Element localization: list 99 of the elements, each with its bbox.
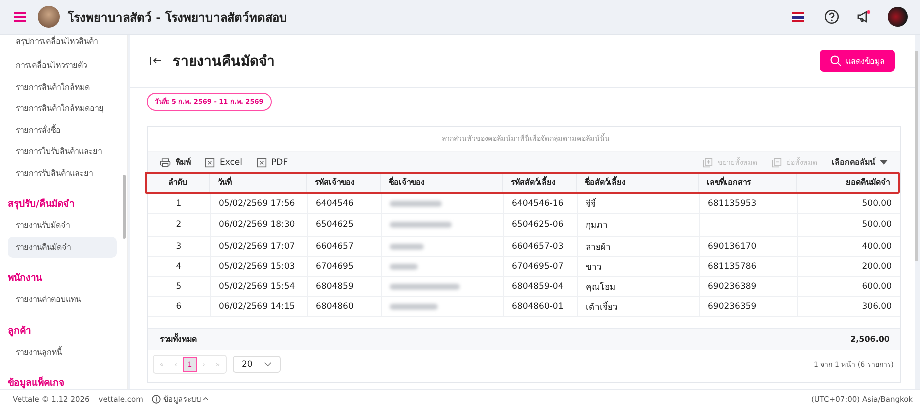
app-title: โรงพยาบาลสัตว์ - โรงพยาบาลสัตว์ทดสอบ xyxy=(68,10,288,26)
sidebar-item[interactable]: รายการสั่งซื้อ xyxy=(8,120,117,141)
table-cell-text: จีจี้ xyxy=(586,197,596,210)
table-cell: 500.00 xyxy=(862,198,892,208)
sidebar-item[interactable]: รายการรับสินค้าและยา xyxy=(8,162,117,184)
pdf-button[interactable]: PDF xyxy=(256,158,288,168)
blurred-text xyxy=(390,200,442,206)
table-cell: 200.00 xyxy=(862,262,892,272)
info-icon xyxy=(152,394,162,404)
printer-icon xyxy=(160,158,171,168)
column-header[interactable]: เลขที่เอกสาร xyxy=(698,174,796,192)
column-header[interactable]: ชื่อสัตว์เลี้ยง xyxy=(576,174,698,192)
table-cell: 690236389 xyxy=(708,282,757,292)
sidebar-section-title: พนักงาน xyxy=(8,272,44,286)
column-header[interactable]: รหัสสัตว์เลี้ยง xyxy=(502,174,576,192)
table-cell: 3 xyxy=(176,242,182,252)
table-cell: 6604657-03 xyxy=(512,242,564,252)
avatar-icon xyxy=(38,6,60,28)
table-cell: 6804859-04 xyxy=(512,282,564,292)
chevron-down-icon xyxy=(264,362,272,367)
table-cell: 690236359 xyxy=(708,302,757,312)
table-cell: 6404546-16 xyxy=(512,198,564,208)
table-cell: 06/02/2569 14:15 xyxy=(219,302,296,312)
table-cell: 6404546 xyxy=(316,198,354,208)
file-icon xyxy=(256,158,267,168)
sidebar-item[interactable]: รายการสินค้าใกล้หมด xyxy=(8,76,117,98)
menu-icon[interactable] xyxy=(14,12,26,22)
table-cell-text: กุมภา xyxy=(586,220,608,232)
table-cell: 05/02/2569 15:54 xyxy=(219,282,296,292)
table-cell: 6804859 xyxy=(316,282,354,292)
sidebar-item[interactable]: รายการใบรับสินค้าและยา xyxy=(8,141,117,162)
caret-up-icon xyxy=(203,397,210,401)
table-cell-text: ขาว xyxy=(586,262,602,274)
table-cell: 306.00 xyxy=(862,302,892,312)
table-cell: 600.00 xyxy=(862,282,892,292)
user-avatar[interactable] xyxy=(888,7,908,27)
table-cell: 6 xyxy=(176,302,182,312)
table-cell: 06/02/2569 18:30 xyxy=(219,220,296,230)
table-cell: 6704695-07 xyxy=(512,262,564,272)
table-cell-text: ลายผ้า xyxy=(586,242,611,254)
search-icon xyxy=(830,55,842,67)
sidebar-section-title: สรุปรับ/คืนมัดจำ xyxy=(8,198,76,212)
blurred-text xyxy=(390,222,452,228)
column-header[interactable]: ลำดับ xyxy=(147,174,209,192)
column-header[interactable]: วันที่ xyxy=(209,174,306,192)
file-icon xyxy=(205,158,215,168)
megaphone-icon[interactable] xyxy=(856,9,872,25)
table-cell: 6804860-01 xyxy=(512,302,564,312)
caret-icon xyxy=(880,160,888,165)
page-title: รายงานคืนมัดจำ xyxy=(173,53,275,72)
print-button[interactable]: พิมพ์ xyxy=(160,156,191,169)
table-cell: 6504625-06 xyxy=(512,220,564,230)
sidebar-item[interactable]: รายงานรับมัดจำ xyxy=(8,215,117,236)
column-header[interactable]: รหัสเจ้าของ xyxy=(306,174,380,192)
table-cell: 4 xyxy=(176,262,182,272)
page-size-select[interactable]: 20 xyxy=(233,356,281,373)
table-cell: 1 xyxy=(176,198,182,208)
column-header[interactable]: ชื่อเจ้าของ xyxy=(380,174,502,192)
sidebar-item[interactable]: รายงานค่าตอบแทน xyxy=(8,289,117,310)
minus-square-icon xyxy=(772,158,782,168)
table-cell: 5 xyxy=(176,282,182,292)
sidebar-section-title: ข้อมูลแพ็คเกจ xyxy=(8,376,66,389)
table-cell: 681135953 xyxy=(708,198,757,208)
plus-square-icon xyxy=(703,158,713,168)
total-value: 2,506.00 xyxy=(850,335,890,344)
flag-icon[interactable] xyxy=(792,12,804,22)
column-chooser-button[interactable]: เลือกคอลัมน์ xyxy=(832,156,888,169)
sidebar-item[interactable]: รายงานลูกหนี้ xyxy=(8,342,117,363)
sidebar-item[interactable]: รายการสินค้าใกล้หมดอายุ xyxy=(8,98,117,120)
table-cell: 400.00 xyxy=(862,242,892,252)
table-cell: 500.00 xyxy=(862,220,892,230)
table-cell: 6704695 xyxy=(316,262,354,272)
table-cell: 05/02/2569 17:07 xyxy=(219,242,296,252)
table-cell: 6804860 xyxy=(316,302,354,312)
sidebar-item[interactable]: การเคลื่อนไหวรายตัว xyxy=(8,55,117,76)
table-cell: 05/02/2569 15:03 xyxy=(219,262,296,272)
sidebar-section-title: ลูกค้า xyxy=(8,324,32,339)
sidebar-item[interactable]: สรุปการเคลื่อนไหวสินค้า xyxy=(8,35,119,49)
table-cell: 6504625 xyxy=(316,220,354,230)
scrollbar[interactable] xyxy=(915,51,918,261)
table-cell-text: คุณโอม xyxy=(586,281,616,294)
table-cell: 2 xyxy=(176,220,182,230)
table-cell: 690136170 xyxy=(708,242,757,252)
table-cell: 6604657 xyxy=(316,242,354,252)
blurred-text xyxy=(390,264,418,270)
total-label: รวมทั้งหมด xyxy=(160,333,197,346)
table-cell-text: เต้าเจี้ยว xyxy=(586,300,618,314)
table-cell: 681135786 xyxy=(708,262,757,272)
excel-button[interactable]: Excel xyxy=(205,158,243,168)
table-cell: 05/02/2569 17:56 xyxy=(219,198,296,208)
scrollbar[interactable] xyxy=(123,175,126,239)
blurred-text xyxy=(390,284,460,290)
column-header[interactable]: ยอดคืนมัดจำ xyxy=(796,174,898,192)
help-icon[interactable] xyxy=(824,9,840,25)
blurred-text xyxy=(390,244,424,250)
show-data-button[interactable]: แสดงข้อมูล xyxy=(820,50,895,72)
sidebar-item[interactable]: รายงานคืนมัดจำ xyxy=(8,236,117,258)
blurred-text xyxy=(390,304,438,310)
back-icon[interactable] xyxy=(150,56,163,66)
